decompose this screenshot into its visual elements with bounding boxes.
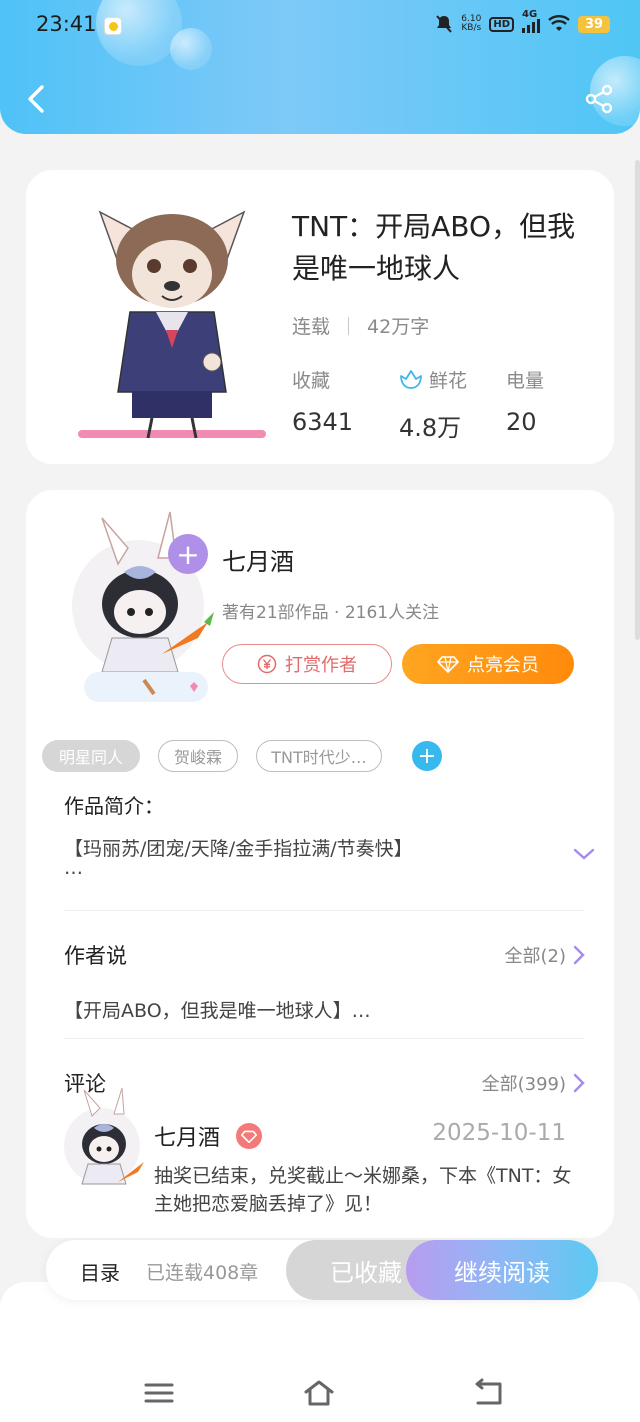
status-bar: 23:41 6.10 KB/s HD 4G 39 — [36, 9, 610, 40]
tag-item[interactable]: TNT时代少… — [256, 740, 382, 772]
commenter-avatar[interactable] — [62, 1086, 148, 1196]
intro-ellipsis: … — [64, 857, 83, 879]
divider — [64, 910, 584, 911]
stat-label-row: 鲜花 — [399, 366, 506, 392]
top-header: 23:41 6.10 KB/s HD 4G 39 — [0, 0, 640, 134]
author-says-all-link[interactable]: 全部(2) — [505, 942, 587, 968]
author-name[interactable]: 七月酒 — [222, 542, 294, 577]
chevron-down-icon[interactable] — [572, 846, 596, 862]
diamond-icon — [437, 656, 459, 673]
meta-divider — [348, 316, 350, 335]
comment-date: 2025-10-11 — [432, 1120, 566, 1146]
tip-author-label: 打赏作者 — [285, 655, 357, 676]
follow-add-button[interactable]: + — [168, 534, 208, 574]
status-time: 23:41 — [36, 12, 97, 36]
comments-all-label: 全部(399) — [481, 1074, 566, 1095]
stat-flowers[interactable]: 鲜花 4.8万 — [399, 366, 506, 443]
stat-label: 收藏 — [292, 369, 331, 392]
plus-icon: + — [176, 537, 200, 571]
system-nav-bar — [0, 1282, 640, 1422]
author-says-title: 作者说 — [64, 944, 127, 968]
continue-reading-label: 继续阅读 — [454, 1258, 550, 1287]
stat-label: 鲜花 — [429, 369, 468, 392]
yen-coin-icon — [257, 654, 277, 674]
chevron-right-icon — [573, 945, 585, 965]
intro-text-line: 【玛丽苏/团宠/天降/金手指拉满/节奏快】 — [64, 838, 413, 860]
book-word-count: 42万字 — [367, 316, 430, 338]
tag-item[interactable]: 明星同人 — [42, 740, 140, 772]
chevron-right-icon — [573, 1073, 585, 1093]
continue-reading-button[interactable]: 继续阅读 — [406, 1240, 598, 1300]
comment-author: 七月酒 — [154, 1120, 263, 1152]
vip-button[interactable]: 点亮会员 — [402, 644, 574, 684]
intro-text[interactable]: 【玛丽苏/团宠/天降/金手指拉满/节奏快】 … — [64, 836, 564, 879]
bottom-action-bar: 目录 已连载408章 已收藏 继续阅读 — [46, 1240, 598, 1300]
hd-badge: HD — [489, 16, 514, 32]
author-says-all-label: 全部(2) — [504, 946, 567, 967]
intro-title: 作品简介： — [64, 794, 164, 818]
author-meta: 著有21部作品 · 2161人关注 — [222, 603, 440, 623]
net-speed: 6.10 KB/s — [461, 15, 481, 33]
toc-button[interactable]: 目录 — [80, 1257, 120, 1286]
tip-author-button[interactable]: 打赏作者 — [222, 644, 392, 684]
back-icon[interactable] — [24, 84, 48, 114]
book-stats: 收藏 6341 鲜花 4.8万 电量 20 — [292, 366, 613, 443]
net-speed-unit: KB/s — [461, 23, 482, 33]
book-info-card: TNT：开局ABO，但我是唯一地球人 连载 42万字 收藏 6341 鲜花 4.… — [26, 170, 614, 464]
vip-label: 点亮会员 — [467, 655, 539, 676]
book-status: 连载 — [292, 316, 331, 338]
chapter-count: 已连载408章 — [146, 1262, 259, 1284]
scrollbar[interactable] — [635, 160, 640, 640]
comment-author-name[interactable]: 七月酒 — [154, 1120, 220, 1152]
wifi-icon — [548, 15, 570, 31]
stat-label: 电量 — [506, 369, 545, 392]
stat-power: 电量 20 — [506, 366, 613, 443]
back-nav-icon[interactable] — [472, 1378, 506, 1408]
plus-icon: + — [417, 743, 437, 769]
tag-list: 明星同人 贺峻霖 TNT时代少… + — [42, 740, 442, 772]
stat-value: 4.8万 — [399, 414, 462, 442]
share-icon[interactable] — [584, 84, 614, 114]
stat-value: 6341 — [292, 408, 354, 436]
signal-icon: 4G — [522, 9, 540, 33]
stat-favorites: 收藏 6341 — [292, 366, 399, 443]
comments-all-link[interactable]: 全部(399) — [482, 1070, 586, 1096]
add-tag-button[interactable]: + — [412, 741, 442, 771]
favorited-label: 已收藏 — [330, 1258, 402, 1287]
detail-card: + 七月酒 著有21部作品 · 2161人关注 打赏作者 点亮会员 明星同人 贺… — [26, 490, 614, 1238]
flower-icon — [400, 370, 422, 389]
diamond-icon — [241, 1130, 258, 1143]
mute-icon — [436, 15, 453, 33]
author-avatar-image — [72, 511, 214, 702]
home-icon[interactable] — [302, 1378, 336, 1408]
notification-app-icon — [104, 17, 122, 35]
menu-icon[interactable] — [142, 1378, 176, 1408]
stat-value: 20 — [506, 408, 537, 436]
book-meta: 连载 42万字 — [292, 312, 429, 339]
author-says-text[interactable]: 【开局ABO，但我是唯一地球人】… — [64, 996, 371, 1023]
tag-item[interactable]: 贺峻霖 — [158, 740, 238, 772]
battery-indicator: 39 — [578, 15, 610, 33]
divider — [64, 1038, 584, 1039]
comment-text[interactable]: 抽奖已结束，兑奖截止～米娜桑，下本《TNT：女主她把恋爱脑丢掉了》见！ — [154, 1162, 574, 1218]
vip-badge — [236, 1123, 263, 1149]
author-avatar[interactable]: + — [58, 504, 224, 714]
network-type: 4G — [522, 9, 538, 20]
book-title: TNT：开局ABO，但我是唯一地球人 — [292, 210, 576, 285]
book-cover-image[interactable] — [78, 202, 266, 442]
